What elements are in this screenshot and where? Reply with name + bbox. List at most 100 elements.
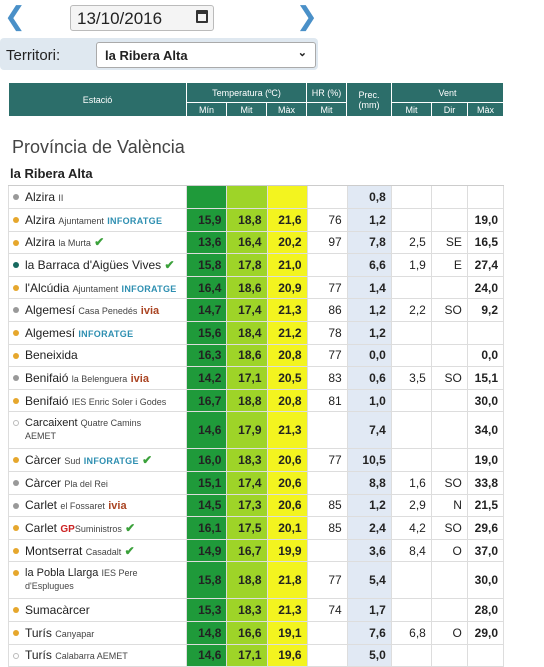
wind-mean-cell [391,561,432,600]
table-row[interactable]: Benifaió IES Enric Soler i Godes 16,7 18,… [7,389,505,413]
station-cell[interactable]: la Barraca d'Aigües Vives ✔ [7,253,188,277]
station-cell[interactable]: Turís Calabarra AEMET [7,644,188,667]
previous-day-arrow-icon[interactable]: ❮ [4,4,26,30]
inforatge-logo: INFORATGE [83,456,139,467]
temp-min-cell: 15,3 [186,598,228,622]
table-row[interactable]: Carlet el Fossaret ivia 14,5 17,3 20,6 85 1,… [7,494,505,518]
temp-min-cell: 16,0 [186,448,228,473]
station-cell[interactable]: Càrcer Sud INFORATGE ✔ [7,448,188,473]
next-day-arrow-icon[interactable]: ❯ [296,4,318,30]
wind-direction-cell [431,321,468,345]
station-status-dot-icon [13,375,19,382]
table-row[interactable]: Sumacàrcer 15,3 18,3 21,3 74 1,7 28,0 [7,598,505,622]
station-cell[interactable]: Carlet el Fossaret ivia [7,494,188,518]
temp-mit-cell: 18,3 [226,598,268,622]
header-temperatura: Temperatura (ºC) [186,82,307,103]
wind-direction-cell [431,276,468,300]
table-row[interactable]: Turís Calabarra AEMET 14,6 17,1 19,6 5,0 [7,644,505,667]
temp-mit-cell: 18,8 [226,561,268,600]
table-row[interactable]: Alzira Ajuntament INFORATGE 15,9 18,8 21,6… [7,208,505,232]
wind-direction-cell [431,561,468,600]
table-row[interactable]: Turís Canyapar 14,8 16,6 19,1 7,6 6,8 O 29,0 [7,621,505,645]
station-cell[interactable]: Alzira Ajuntament INFORATGE [7,208,188,232]
precipitation-cell: 2,4 [347,516,392,540]
temp-min-cell: 16,4 [186,276,228,300]
wind-mean-cell [391,389,432,413]
ivia-logo: ivia [140,305,160,318]
table-row[interactable]: la Pobla Llarga IES Pere d'Esplugues 15,8… [7,561,505,600]
table-row[interactable]: Benifaió la Belenguera ivia 14,2 17,1 20,5… [7,366,505,390]
wind-mean-cell [391,448,432,473]
temp-max-cell: 19,6 [267,644,308,667]
humidity-cell [307,539,348,563]
date-bar: ❮ 13/10/2016 ❯ [0,0,544,40]
station-cell[interactable]: Beneixida [7,344,188,368]
table-row[interactable]: Alzira II 0,8 [7,186,505,210]
station-subname: Quatre Camins [80,418,142,429]
table-row[interactable]: Montserrat Casadalt ✔ 14,9 16,7 19,9 3,6 8,4 O… [7,539,505,563]
table-row[interactable]: Càrcer Pla del Rei 15,1 17,4 20,6 8,8 1,6 SO 3… [7,471,505,495]
station-cell[interactable]: Benifaió la Belenguera ivia [7,366,188,390]
station-cell[interactable]: Carcaixent Quatre Camins AEMET [7,411,188,450]
wind-mean-cell: 4,2 [391,516,432,540]
table-row[interactable]: la Barraca d'Aigües Vives ✔ 15,8 17,8 21,0 6… [7,253,505,277]
inforatge-logo: INFORATGE [107,215,163,226]
temp-mit-cell: 18,8 [226,208,268,232]
table-row[interactable]: Beneixida 16,3 18,6 20,8 77 0,0 0,0 [7,344,505,368]
table-row[interactable]: Alzira la Murta ✔ 13,6 16,4 20,2 97 7,8 2,5 SE 1… [7,231,505,255]
station-cell[interactable]: Algemesí Casa Penedés ivia [7,298,188,323]
station-status-dot-icon [13,502,19,509]
station-status-dot-icon [13,630,19,636]
table-row[interactable]: Algemesí INFORATGE 15,6 18,4 21,2 78 1,2 [7,321,505,345]
station-status-dot-icon [13,352,19,359]
wind-direction-cell: E [431,253,468,277]
station-cell[interactable]: l'Alcúdia Ajuntament INFORATGE [7,276,188,300]
wind-max-cell: 30,0 [467,561,505,600]
station-cell[interactable]: Càrcer Pla del Rei [7,471,188,495]
station-status-dot-icon [13,457,19,464]
wind-max-cell: 24,0 [467,276,505,300]
station-cell[interactable]: Montserrat Casadalt ✔ [7,539,188,563]
table-row[interactable]: Càrcer Sud INFORATGE ✔ 16,0 18,3 20,6 77 10,5… [7,448,505,473]
wind-direction-cell [431,598,468,622]
humidity-cell: 74 [307,598,348,622]
table-row[interactable]: Carcaixent Quatre Camins AEMET 14,6 17,9 21… [7,411,505,450]
station-cell[interactable]: Benifaió IES Enric Soler i Godes [7,389,188,413]
calendar-icon[interactable] [196,10,208,23]
header-estacio: Estació [8,82,187,117]
precipitation-cell: 0,8 [347,186,392,210]
station-cell[interactable]: Turís Canyapar [7,621,188,645]
station-cell[interactable]: Sumacàrcer [7,598,188,622]
station-cell[interactable]: Alzira II [7,186,188,210]
table-row[interactable]: l'Alcúdia Ajuntament INFORATGE 16,4 18,6 2… [7,276,505,300]
table-header: Estació Temperatura (ºC) HR (%) Prec. (m… [8,82,504,117]
station-name: Sumacàrcer [25,603,90,618]
station-cell[interactable]: Algemesí INFORATGE [7,321,188,345]
table-row[interactable]: Carlet GPSuministros ✔ 16,1 17,5 20,1 85 2,4 4… [7,516,505,540]
temp-max-cell: 19,1 [267,621,308,645]
stations-table: Alzira II 0,8 Alzira Ajuntament INFORATGE… [7,186,505,667]
station-cell[interactable]: Alzira la Murta ✔ [7,231,188,255]
station-name: Alzira [25,235,56,250]
humidity-cell: 77 [307,344,348,368]
humidity-cell: 78 [307,321,348,345]
wind-mean-cell: 8,4 [391,539,432,563]
station-cell[interactable]: Carlet GPSuministros ✔ [7,516,188,540]
temp-max-cell: 20,2 [267,231,308,255]
region-title: la Ribera Alta [8,166,504,186]
territory-select[interactable]: la Ribera Alta ⌄ [96,42,316,68]
humidity-cell [307,186,348,210]
station-status-dot-icon [13,217,19,224]
header-vent-dir: Dir [431,102,468,117]
temp-mit-cell: 17,8 [226,253,268,277]
table-row[interactable]: Algemesí Casa Penedés ivia 14,7 17,4 21,3 8… [7,298,505,323]
temp-max-cell: 21,8 [267,561,308,600]
date-input[interactable]: 13/10/2016 [70,5,214,31]
station-cell[interactable]: la Pobla Llarga IES Pere d'Esplugues [7,561,188,600]
wind-mean-cell: 2,5 [391,231,432,255]
wind-max-cell: 0,0 [467,344,505,368]
wind-max-cell: 33,8 [467,471,505,495]
wind-mean-cell [391,276,432,300]
station-subname: Canyapar [55,628,95,639]
temp-max-cell: 20,6 [267,471,308,495]
